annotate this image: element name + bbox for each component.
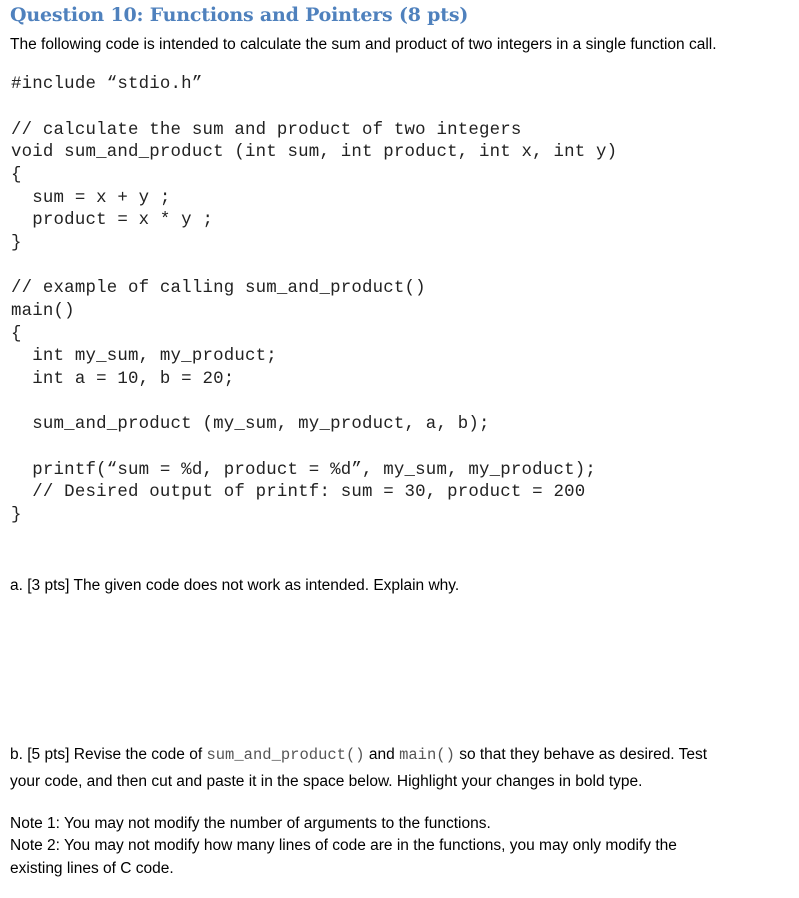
- code-line: int a = 10, b = 20;: [11, 370, 235, 389]
- code-line: main(): [11, 302, 75, 321]
- part-b-prompt-line2: your code, and then cut and paste it in …: [10, 773, 643, 790]
- code-line: sum = x + y ;: [11, 189, 171, 208]
- code-line: {: [11, 325, 22, 344]
- note-1: Note 1: You may not modify the number of…: [10, 815, 491, 832]
- question-title: Question 10: Functions and Pointers (8 p…: [10, 4, 469, 26]
- code-line: #include “stdio.h”: [11, 75, 203, 94]
- part-b-mid: and: [364, 746, 400, 763]
- code-line: }: [11, 506, 22, 525]
- inline-code-sum-and-product: sum_and_product(): [206, 746, 365, 764]
- part-b-prefix: b. [5 pts] Revise the code of: [10, 746, 207, 763]
- part-b-prompt: b. [5 pts] Revise the code of sum_and_pr…: [10, 746, 707, 764]
- code-line: // calculate the sum and product of two …: [11, 121, 522, 140]
- code-line: {: [11, 166, 22, 185]
- note-2-continued: existing lines of C code.: [10, 860, 174, 877]
- code-line: int my_sum, my_product;: [11, 347, 277, 366]
- code-line: printf(“sum = %d, product = %d”, my_sum,…: [11, 461, 596, 480]
- code-line: void sum_and_product (int sum, int produ…: [11, 143, 618, 162]
- part-b-suffix: so that they behave as desired. Test: [454, 746, 708, 763]
- code-line: product = x * y ;: [11, 211, 214, 230]
- code-line: sum_and_product (my_sum, my_product, a, …: [11, 415, 490, 434]
- question-intro: The following code is intended to calcul…: [10, 36, 717, 53]
- code-line: // example of calling sum_and_product(): [11, 279, 426, 298]
- part-a-prompt: a. [3 pts] The given code does not work …: [10, 577, 460, 594]
- code-line: }: [11, 234, 22, 253]
- note-2: Note 2: You may not modify how many line…: [10, 837, 677, 854]
- inline-code-main: main(): [399, 746, 455, 764]
- code-line: // Desired output of printf: sum = 30, p…: [11, 483, 586, 502]
